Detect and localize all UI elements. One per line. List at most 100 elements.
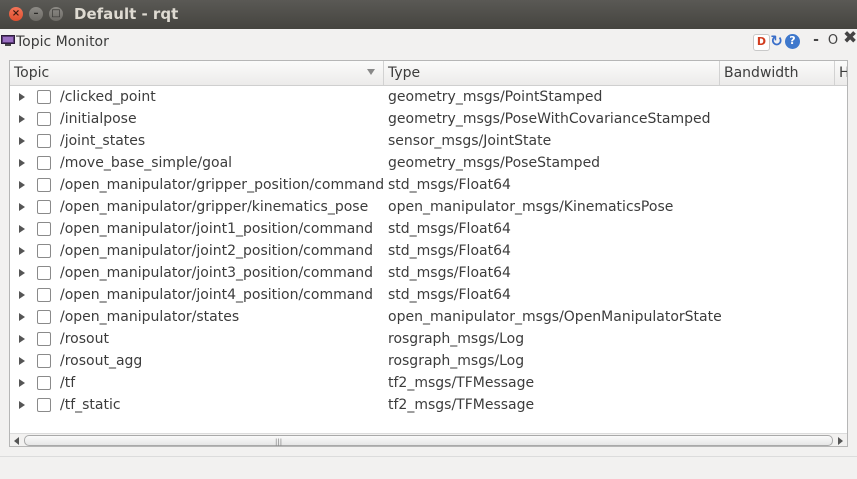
sort-arrow-icon — [367, 69, 375, 75]
column-header-hz[interactable]: H — [835, 61, 847, 85]
column-header-bandwidth[interactable]: Bandwidth — [720, 61, 835, 85]
topic-name: /tf_static — [60, 397, 121, 413]
table-row[interactable]: /open_manipulator/joint4_position/comman… — [10, 284, 847, 306]
reload-icon[interactable]: ↻ — [769, 34, 784, 49]
table-row[interactable]: /initialpose geometry_msgs/PoseWithCovari… — [10, 108, 847, 130]
topic-name: /rosout_agg — [60, 353, 143, 369]
topic-checkbox[interactable] — [37, 244, 51, 258]
expand-arrow-icon[interactable] — [19, 225, 25, 233]
topic-name: /clicked_point — [60, 89, 156, 105]
topic-name: /open_manipulator/joint4_position/comman… — [60, 287, 374, 303]
grip-icon: ||| — [275, 438, 283, 446]
expand-arrow-icon[interactable] — [19, 335, 25, 343]
topic-type: std_msgs/Float64 — [388, 243, 511, 259]
topic-checkbox[interactable] — [37, 310, 51, 324]
topic-name: /open_manipulator/joint3_position/comman… — [60, 265, 374, 281]
float-plugin-icon[interactable]: O — [827, 34, 839, 48]
topic-name: /open_manipulator/states — [60, 309, 240, 325]
topic-checkbox[interactable] — [37, 354, 51, 368]
expand-arrow-icon[interactable] — [19, 313, 25, 321]
expand-arrow-icon[interactable] — [19, 137, 25, 145]
plugin-header — [0, 29, 857, 56]
table-row[interactable]: /move_base_simple/goal geometry_msgs/Pose… — [10, 152, 847, 174]
table-row[interactable]: /open_manipulator/joint2_position/comman… — [10, 240, 847, 262]
topic-checkbox[interactable] — [37, 376, 51, 390]
table-row[interactable]: /rosout rosgraph_msgs/Log — [10, 328, 847, 350]
expand-arrow-icon[interactable] — [19, 159, 25, 167]
column-header-topic[interactable]: Topic — [10, 61, 384, 85]
table-row[interactable]: /open_manipulator/joint1_position/comman… — [10, 218, 847, 240]
topic-tree[interactable]: Topic Type Bandwidth H /clicked_pointgeo… — [9, 60, 848, 447]
table-row[interactable]: /joint_states sensor_msgs/JointState — [10, 130, 847, 152]
expand-arrow-icon[interactable] — [19, 269, 25, 277]
window-titlebar: × – □ Default - rqt — [0, 0, 857, 29]
topic-rows: /clicked_point geometry_msgs/PointStamped… — [10, 86, 847, 416]
topic-type: sensor_msgs/JointState — [388, 133, 552, 149]
topic-type: std_msgs/Float64 — [388, 221, 511, 237]
topic-type: rosgraph_msgs/Log — [388, 331, 525, 347]
topic-type: std_msgs/Float64 — [388, 265, 511, 281]
window-maximize-button[interactable]: □ — [49, 7, 63, 21]
status-bar — [0, 456, 857, 479]
scroll-right-icon[interactable] — [838, 437, 843, 445]
table-row[interactable]: /clicked_point geometry_msgs/PointStamped — [10, 86, 847, 108]
topic-checkbox[interactable] — [37, 156, 51, 170]
topic-checkbox[interactable] — [37, 288, 51, 302]
scrollbar-thumb[interactable]: ||| — [24, 435, 833, 446]
expand-arrow-icon[interactable] — [19, 401, 25, 409]
plugin-title: Topic Monitor — [16, 34, 109, 50]
expand-arrow-icon[interactable] — [19, 379, 25, 387]
expand-arrow-icon[interactable] — [19, 357, 25, 365]
topic-type: open_manipulator_msgs/KinematicsPose — [388, 199, 674, 215]
expand-arrow-icon[interactable] — [19, 247, 25, 255]
topic-type: tf2_msgs/TFMessage — [388, 375, 535, 391]
expand-arrow-icon[interactable] — [19, 203, 25, 211]
expand-arrow-icon[interactable] — [19, 115, 25, 123]
window-minimize-button[interactable]: – — [29, 7, 43, 21]
horizontal-scrollbar[interactable]: ||| — [10, 433, 847, 446]
topic-checkbox[interactable] — [37, 332, 51, 346]
close-plugin-icon[interactable]: ✖ — [843, 30, 857, 47]
topic-name: /open_manipulator/gripper_position/comma… — [60, 177, 385, 193]
window-close-button[interactable]: × — [9, 7, 23, 21]
topic-name: /initialpose — [60, 111, 137, 127]
debug-icon[interactable]: D — [753, 34, 770, 51]
table-header: Topic Type Bandwidth H — [10, 61, 847, 86]
topic-name: /open_manipulator/joint2_position/comman… — [60, 243, 374, 259]
topic-checkbox[interactable] — [37, 222, 51, 236]
topic-checkbox[interactable] — [37, 200, 51, 214]
topic-checkbox[interactable] — [37, 178, 51, 192]
table-row[interactable]: /open_manipulator/gripper/kinematics_pos… — [10, 196, 847, 218]
window-title: Default - rqt — [74, 5, 179, 23]
topic-name: /tf — [60, 375, 76, 391]
table-row[interactable]: /tf_static tf2_msgs/TFMessage — [10, 394, 847, 416]
minimize-plugin-icon[interactable]: - — [811, 33, 821, 47]
topic-type: tf2_msgs/TFMessage — [388, 397, 535, 413]
table-row[interactable]: /open_manipulator/joint3_position/comman… — [10, 262, 847, 284]
topic-name: /joint_states — [60, 133, 146, 149]
topic-type: geometry_msgs/PoseWithCovarianceStamped — [388, 111, 711, 127]
table-row[interactable]: /tf tf2_msgs/TFMessage — [10, 372, 847, 394]
expand-arrow-icon[interactable] — [19, 93, 25, 101]
expand-arrow-icon[interactable] — [19, 181, 25, 189]
help-icon[interactable]: ? — [785, 34, 800, 49]
expand-arrow-icon[interactable] — [19, 291, 25, 299]
topic-checkbox[interactable] — [37, 398, 51, 412]
table-row[interactable]: /open_manipulator/states open_manipulator… — [10, 306, 847, 328]
topic-type: rosgraph_msgs/Log — [388, 353, 525, 369]
monitor-icon — [1, 35, 15, 46]
topic-checkbox[interactable] — [37, 112, 51, 126]
scroll-left-icon[interactable] — [14, 437, 19, 445]
column-header-type[interactable]: Type — [384, 61, 720, 85]
table-row[interactable]: /rosout_agg rosgraph_msgs/Log — [10, 350, 847, 372]
topic-checkbox[interactable] — [37, 134, 51, 148]
topic-type: geometry_msgs/PointStamped — [388, 89, 603, 105]
topic-checkbox[interactable] — [37, 266, 51, 280]
topic-checkbox[interactable] — [37, 90, 51, 104]
topic-type: std_msgs/Float64 — [388, 287, 511, 303]
topic-type: std_msgs/Float64 — [388, 177, 511, 193]
topic-type: open_manipulator_msgs/OpenManipulatorSta… — [388, 309, 722, 325]
topic-name: /open_manipulator/joint1_position/comman… — [60, 221, 374, 237]
table-row[interactable]: /open_manipulator/gripper_position/comma… — [10, 174, 847, 196]
topic-name: /rosout — [60, 331, 109, 347]
